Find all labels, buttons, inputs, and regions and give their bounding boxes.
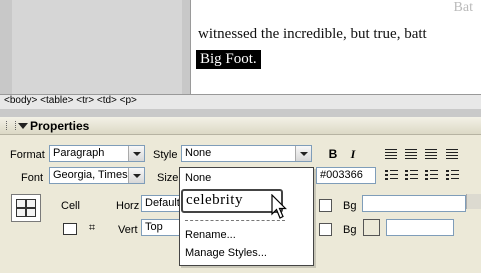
style-dropdown-menu: None Rename... Manage Styles...	[179, 167, 314, 266]
bg-image-label: Bg	[343, 200, 357, 212]
font-select-value: Georgia, Times	[53, 169, 128, 181]
outdent-icon[interactable]	[425, 170, 438, 181]
grip-icon[interactable]	[6, 121, 16, 130]
bg-color-field[interactable]	[386, 219, 454, 236]
horz-select-value: Default	[145, 197, 180, 209]
cell-label: Cell	[61, 200, 80, 212]
bg-color-label: Bg	[343, 224, 357, 236]
style-label: Style	[153, 149, 178, 161]
document-text-line[interactable]: witnessed the incredible, but true, batt	[198, 26, 427, 43]
browse-folder-icon[interactable]	[466, 194, 481, 209]
document-text-area[interactable]: Bat witnessed the incredible, but true, …	[192, 0, 481, 94]
mouse-pointer-icon	[271, 194, 287, 219]
vert-select-value: Top	[145, 221, 163, 233]
style-select-value: None	[185, 147, 212, 159]
align-justify-icon[interactable]	[446, 149, 458, 160]
align-left-icon[interactable]	[385, 149, 397, 160]
collapse-triangle-icon[interactable]	[18, 123, 28, 129]
merge-cells-icon[interactable]	[63, 223, 77, 235]
bg-image-field[interactable]	[362, 195, 466, 212]
bold-button[interactable]: B	[326, 147, 340, 161]
align-right-icon[interactable]	[425, 149, 437, 160]
chevron-down-icon[interactable]	[128, 168, 144, 183]
font-select[interactable]: Georgia, Times	[49, 167, 145, 184]
format-label: Format	[10, 149, 45, 161]
table-cell-icon	[11, 194, 41, 222]
chevron-down-icon[interactable]	[295, 146, 311, 161]
menu-item-manage-styles[interactable]: Manage Styles...	[185, 247, 267, 259]
selected-text[interactable]: Big Foot.	[196, 50, 261, 69]
unordered-list-icon[interactable]	[385, 170, 398, 181]
vert-label: Vert	[118, 224, 138, 236]
style-select[interactable]: None	[181, 145, 312, 162]
format-select[interactable]: Paragraph	[49, 145, 145, 162]
size-label: Size	[157, 172, 179, 184]
menu-item-none[interactable]: None	[185, 172, 211, 184]
format-select-value: Paragraph	[53, 147, 105, 159]
indent-icon[interactable]	[446, 170, 459, 181]
menu-item-celebrity-label: celebrity	[186, 192, 243, 208]
text-color-value: #003366	[320, 169, 363, 181]
ordered-list-icon[interactable]	[405, 170, 418, 181]
menu-item-rename[interactable]: Rename...	[185, 229, 236, 241]
panel-divider	[0, 109, 481, 117]
panel-title: Properties	[30, 119, 90, 133]
document-corner-text: Bat	[453, 0, 473, 15]
menu-separator	[185, 220, 285, 221]
document-image-placeholder	[12, 0, 182, 94]
align-center-icon[interactable]	[405, 149, 417, 160]
tag-selector-path[interactable]: <body> <table> <tr> <td> <p>	[4, 95, 137, 106]
no-wrap-checkbox[interactable]	[319, 199, 332, 212]
split-cell-icon[interactable]: ⌗	[86, 222, 98, 234]
tag-selector-bar: <body> <table> <tr> <td> <p>	[0, 94, 481, 110]
font-label: Font	[21, 172, 44, 184]
menu-item-celebrity[interactable]: celebrity	[181, 189, 283, 213]
italic-button[interactable]: I	[346, 147, 360, 161]
bg-color-swatch[interactable]	[363, 219, 380, 236]
header-checkbox[interactable]	[319, 223, 332, 236]
horz-label: Horz	[116, 200, 140, 212]
chevron-down-icon[interactable]	[128, 146, 144, 161]
text-color-field[interactable]: #003366	[316, 167, 376, 184]
